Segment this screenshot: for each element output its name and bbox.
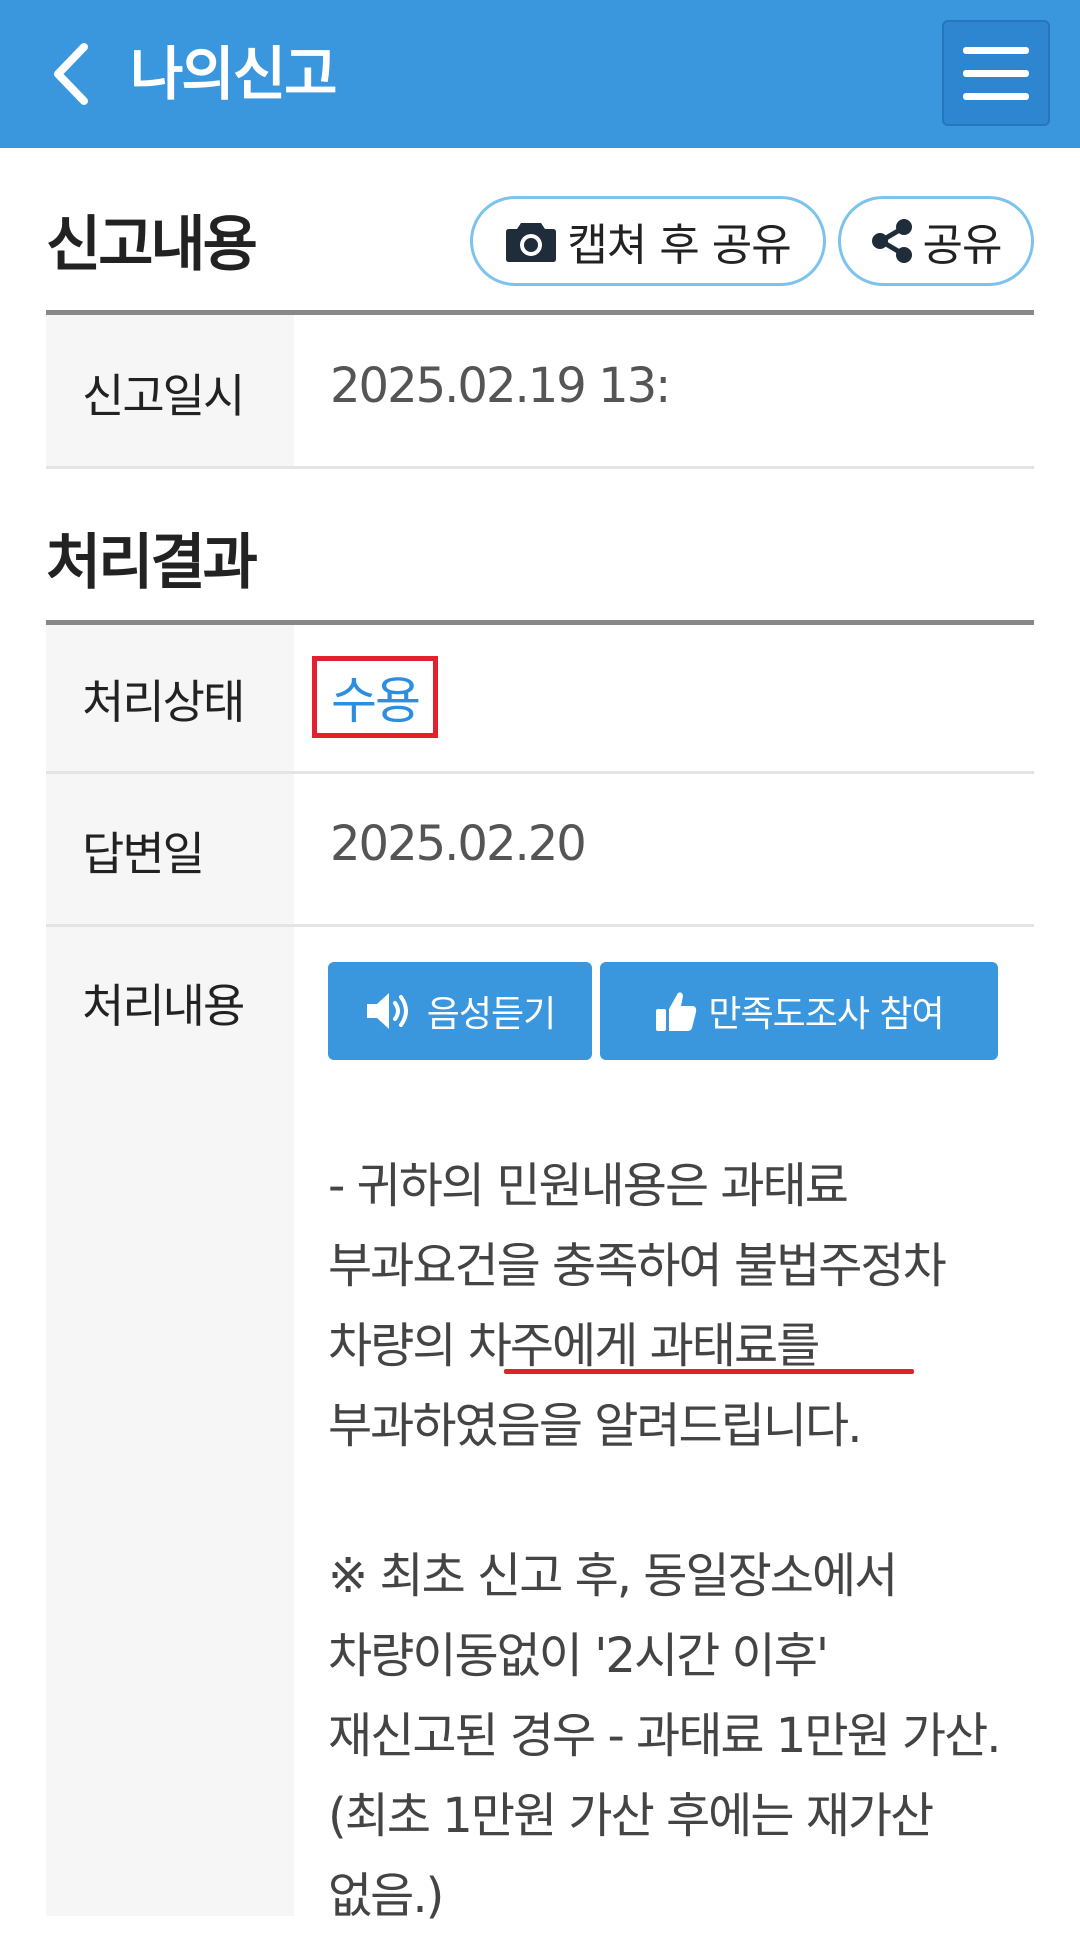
red-underline-mark — [504, 1369, 914, 1374]
share-icon — [871, 219, 912, 263]
answer-date-value: 2025.02.20 — [330, 816, 587, 872]
back-button[interactable] — [40, 38, 100, 110]
status-highlight-box: 수용 — [312, 656, 438, 738]
divider — [46, 466, 1034, 469]
status-value: 수용 — [331, 672, 421, 730]
listen-button[interactable]: 음성듣기 — [328, 962, 592, 1060]
hamburger-icon — [963, 46, 1029, 54]
share-label: 공유 — [922, 220, 1003, 271]
listen-button-label: 음성듣기 — [426, 994, 556, 1035]
report-date-label: 신고일시 — [82, 369, 245, 423]
report-section-title: 신고내용 — [46, 210, 258, 280]
share-button[interactable]: 공유 — [838, 196, 1034, 286]
survey-button[interactable]: 만족도조사 참여 — [600, 962, 998, 1060]
status-label: 처리상태 — [82, 675, 245, 729]
thumbs-up-icon — [656, 992, 697, 1031]
label-cell — [46, 927, 294, 1916]
speaker-icon — [366, 993, 408, 1029]
surcharge-notice: ※ 최초 신고 후, 동일장소에서 차량이동없이 '2시간 이후' 재신고된 경… — [328, 1548, 1002, 1924]
answer-date-label: 답변일 — [82, 827, 205, 881]
hamburger-icon-bar — [963, 69, 1029, 77]
menu-button[interactable] — [942, 20, 1050, 126]
hamburger-icon-bar — [963, 92, 1029, 100]
content-label: 처리내용 — [82, 979, 245, 1033]
chevron-left-icon — [54, 43, 88, 105]
top-app-bar: 나의신고 — [0, 0, 1080, 148]
survey-button-label: 만족도조사 참여 — [708, 994, 944, 1035]
capture-share-button[interactable]: 캡쳐 후 공유 — [470, 196, 826, 286]
result-description: - 귀하의 민원내용은 과태료 부과요건을 충족하여 불법주정차 차량의 차주에… — [328, 1146, 1008, 1476]
report-date-value: 2025.02.19 13: — [330, 358, 671, 414]
capture-share-label: 캡쳐 후 공유 — [567, 220, 791, 271]
description-text-end: 을 알려드립니다. — [538, 1398, 863, 1454]
camera-icon — [506, 223, 557, 262]
result-section-title: 처리결과 — [46, 528, 258, 598]
page-title: 나의신고 — [130, 40, 337, 108]
description-text: - 귀하의 민원내용은 과태료 부과요건을 충족하여 불법주정차 차량의 차주에… — [328, 1158, 947, 1374]
